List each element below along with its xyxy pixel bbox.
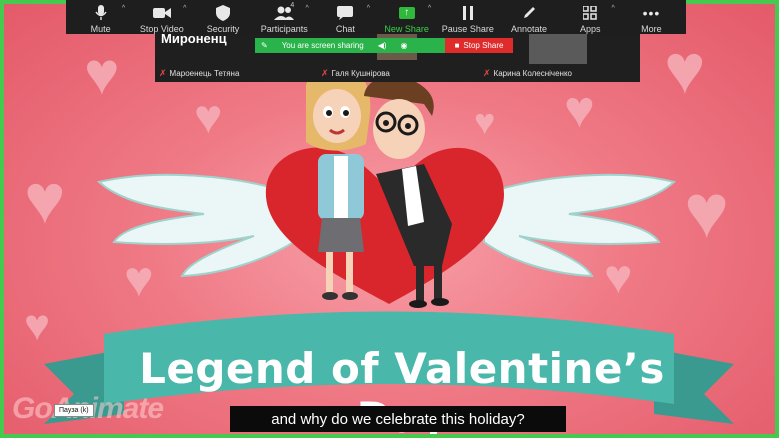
participant-name: Мароенець Тетяна [169, 69, 240, 78]
chevron-up-icon[interactable]: ^ [306, 5, 309, 12]
stop-share-button[interactable]: ■ Stop Share [445, 38, 513, 53]
share-arrow-icon: ↑ [398, 3, 415, 23]
chevron-up-icon[interactable]: ^ [367, 5, 370, 12]
screen-sharing-indicator: ✎ You are screen sharing ◀) ◉ ■ Stop Sha… [255, 38, 513, 53]
pause-share-label: Pause Share [441, 24, 494, 34]
more-label: More [641, 24, 662, 34]
chevron-up-icon[interactable]: ^ [122, 5, 125, 12]
zoom-toolbar: Mute ^ Stop Video ^ Security 4 Participa… [66, 0, 686, 34]
big-heart-icon [265, 147, 504, 304]
new-share-label: New Share [384, 24, 429, 34]
stop-video-button[interactable]: Stop Video ^ [131, 0, 192, 34]
annotate-label: Annotate [511, 24, 548, 34]
new-share-button[interactable]: ↑ New Share ^ [376, 0, 437, 34]
mic-muted-icon: ✗ [321, 68, 329, 78]
pause-tooltip: Пауза (k) [54, 404, 94, 417]
participant-tile-title: Мироненц [161, 34, 227, 46]
mic-muted-icon: ✗ [483, 68, 491, 78]
participant-name-tag: ✗ Мароенець Тетяна [159, 68, 239, 79]
chevron-up-icon[interactable]: ^ [183, 5, 186, 12]
participants-label: Participants [260, 24, 308, 34]
stop-square-icon: ■ [454, 41, 460, 50]
mute-button[interactable]: Mute ^ [70, 0, 131, 34]
mic-muted-icon: ✗ [159, 68, 167, 78]
participants-count: 4 [290, 2, 295, 9]
microphone-icon [94, 3, 107, 23]
participant-strip: Мироненц ✗ Мароенець Тетяна ✗ Галя Кушні… [155, 34, 640, 82]
security-button[interactable]: Security [192, 0, 253, 34]
apps-button[interactable]: Apps ^ [560, 0, 621, 34]
audio-icon: ◀) [377, 41, 387, 50]
shield-check-icon: ◉ [400, 41, 408, 50]
chevron-up-icon[interactable]: ^ [612, 5, 615, 12]
more-dots-icon: ••• [642, 5, 661, 21]
annotate-button[interactable]: Annotate [498, 0, 559, 34]
pause-icon [462, 3, 474, 23]
pin-icon: ✎ [261, 41, 268, 50]
pencil-icon [522, 3, 536, 23]
sharing-status-text: You are screen sharing [281, 41, 364, 50]
left-wing-icon [96, 173, 295, 278]
video-camera-icon [152, 3, 171, 23]
video-subtitle: and why do we celebrate this holiday? [230, 406, 566, 432]
participant-name-tag: ✗ Карина Колесніченко [483, 68, 572, 79]
chevron-up-icon[interactable]: ^ [428, 5, 431, 12]
more-button[interactable]: ••• More [621, 0, 682, 34]
shield-icon [216, 3, 230, 23]
participants-button[interactable]: 4 Participants ^ [254, 0, 315, 34]
security-label: Security [206, 24, 240, 34]
chat-label: Chat [335, 24, 355, 34]
mute-label: Mute [90, 24, 111, 34]
stop-share-label: Stop Share [463, 41, 504, 50]
apps-label: Apps [579, 24, 601, 34]
participant-name-tag: ✗ Галя Кушнірова [321, 68, 390, 79]
participant-video-thumbnail [529, 34, 587, 64]
stop-video-label: Stop Video [139, 24, 184, 34]
apps-icon [583, 3, 597, 23]
participant-name: Карина Колесніченко [493, 69, 572, 78]
sharing-status: ✎ You are screen sharing ◀) ◉ [255, 38, 445, 53]
participant-name: Галя Кушнірова [331, 69, 390, 78]
chat-button[interactable]: Chat ^ [315, 0, 376, 34]
right-wing-icon [483, 173, 677, 278]
pause-share-button[interactable]: Pause Share [437, 0, 498, 34]
chat-icon [337, 3, 354, 23]
